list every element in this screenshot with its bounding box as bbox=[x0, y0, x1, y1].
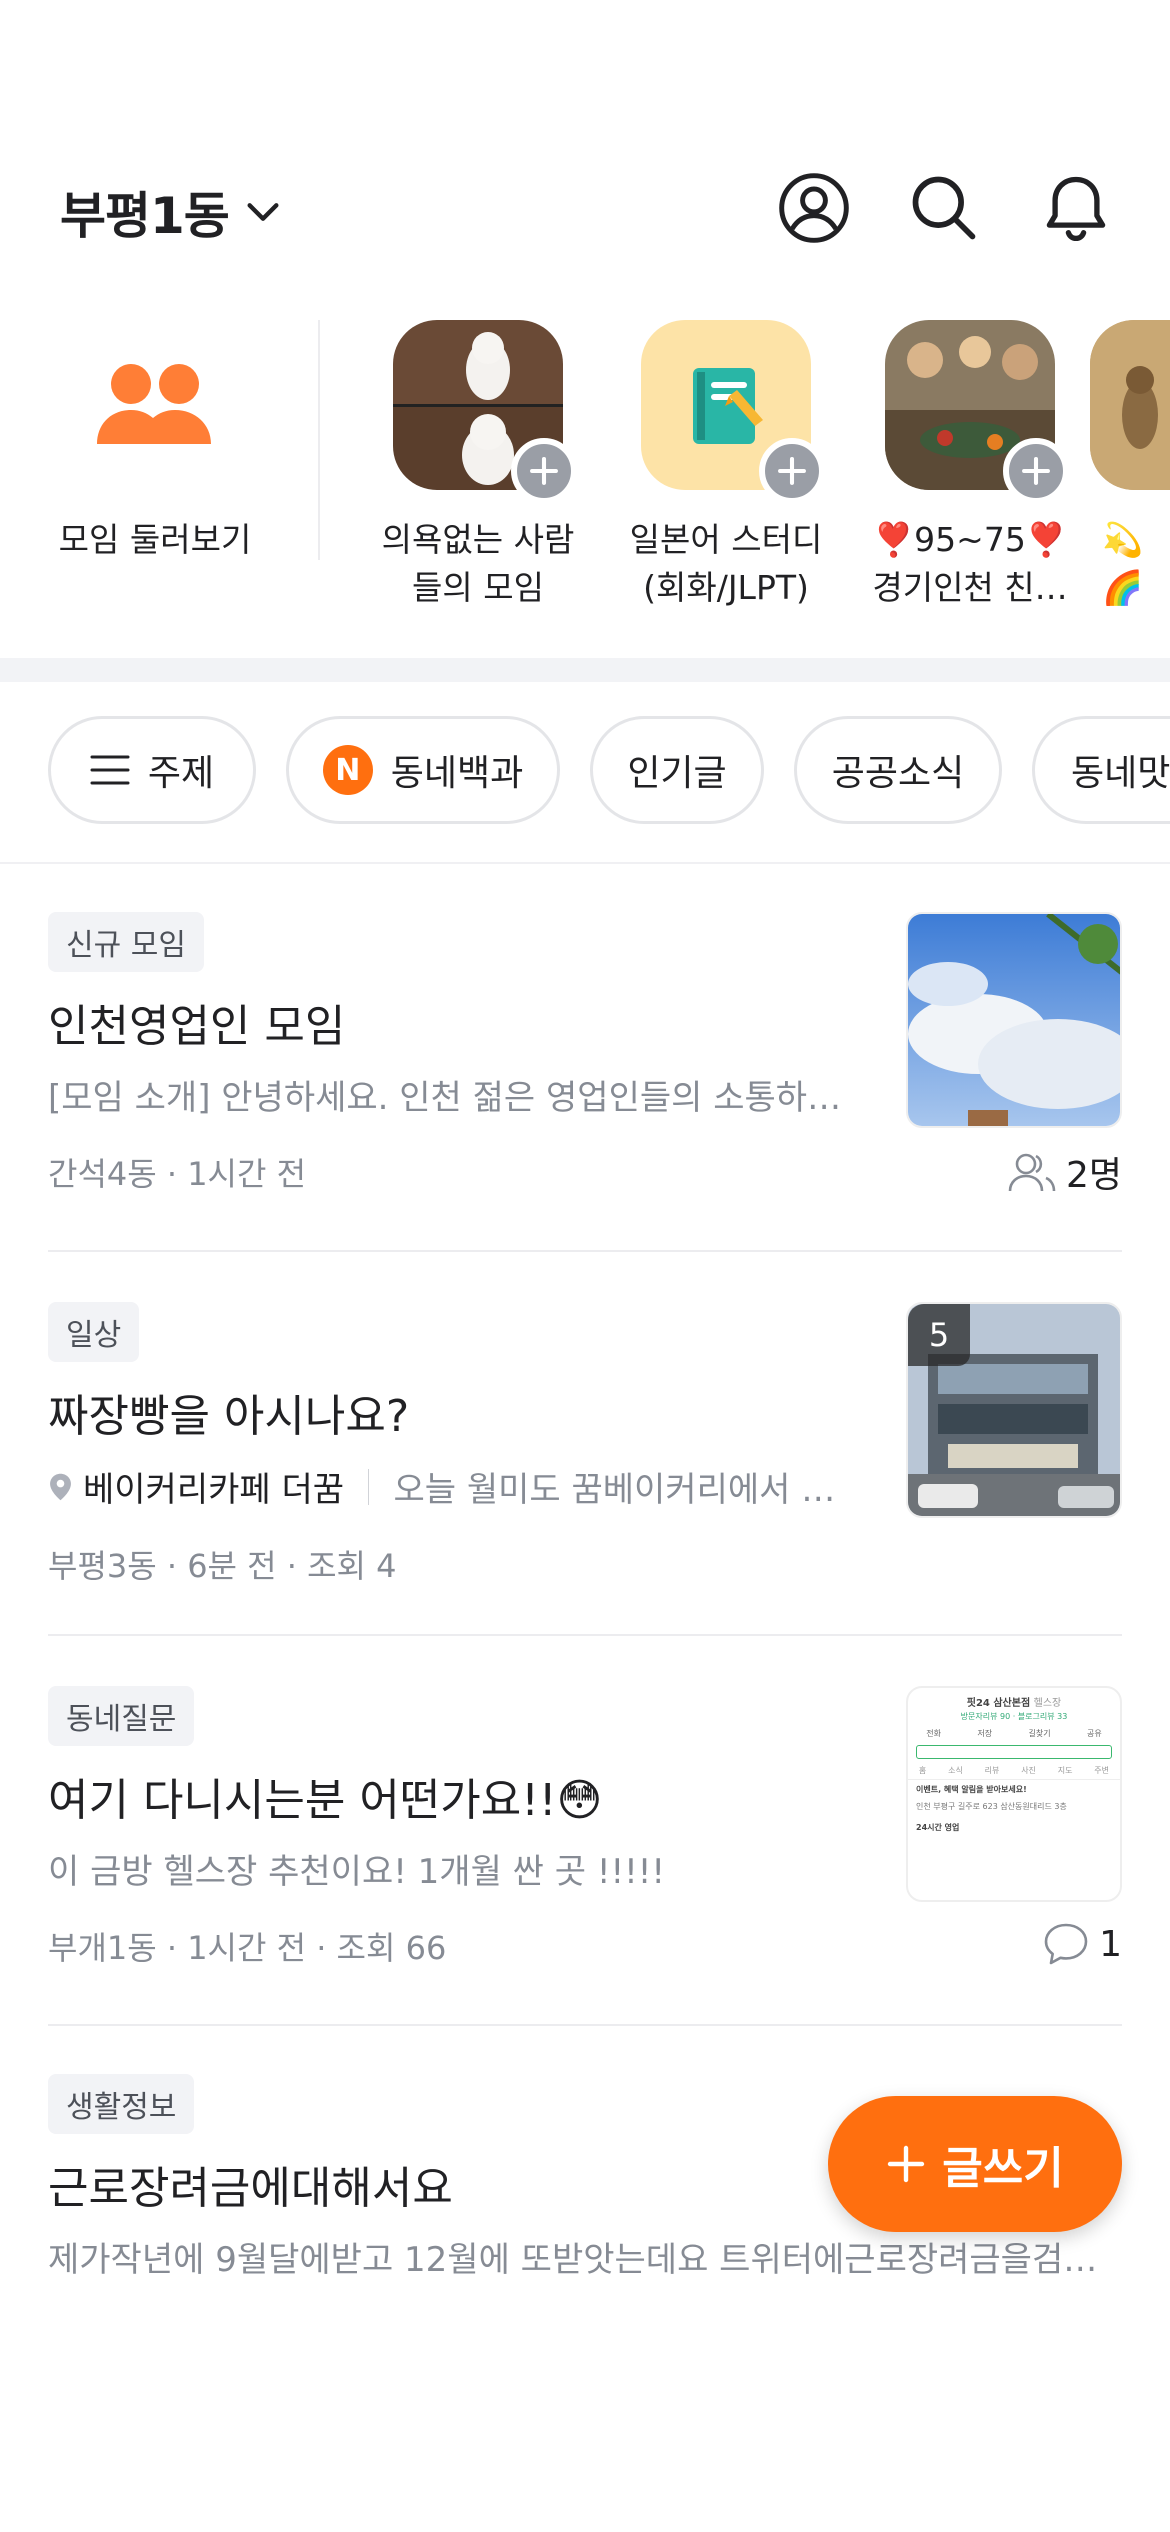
meerkat-photo bbox=[1090, 320, 1170, 490]
location-label: 부평1동 bbox=[60, 187, 230, 245]
write-post-button[interactable]: 글쓰기 bbox=[828, 2096, 1122, 2232]
post-thumbnail: 핏24 삼산본점 헬스장 방문자리뷰 90 · 블로그리뷰 33 전화 저장 길찾기… bbox=[906, 1686, 1122, 1902]
store-hours: 24시간 영업 bbox=[916, 1823, 960, 1832]
store-actions: 전화 저장 길찾기 공유 bbox=[926, 1729, 1102, 1738]
store-rating: 방문자리뷰 90 · 블로그리뷰 33 bbox=[960, 1712, 1068, 1721]
browse-groups-label: 모임 둘러보기 bbox=[58, 520, 252, 559]
write-post-label: 글쓰기 bbox=[942, 2143, 1064, 2194]
chip-public-news[interactable]: 공공소식 bbox=[794, 716, 1002, 824]
people-icon bbox=[70, 320, 240, 490]
section-separator bbox=[0, 658, 1170, 682]
group-item[interactable]: 의욕없는 사람 들의 모임 bbox=[358, 320, 598, 612]
group-thumbnail bbox=[1090, 320, 1170, 490]
profile-icon[interactable] bbox=[776, 170, 852, 246]
plus-icon[interactable] bbox=[1003, 438, 1069, 504]
post-tag: 동네질문 bbox=[48, 1686, 195, 1746]
group-item[interactable]: 💫 🌈 bbox=[1090, 320, 1170, 612]
chips-divider bbox=[0, 862, 1170, 864]
post-divider bbox=[48, 1634, 1122, 1636]
group-thumbnail bbox=[641, 320, 825, 504]
chip-label: 공공소식 bbox=[831, 753, 965, 794]
post-meta: 부평3동 · 6분 전 · 조회 4 bbox=[48, 1547, 397, 1585]
strip-divider bbox=[318, 320, 320, 560]
feed-post[interactable]: 일상 짜장빵을 아시나요? 베이커리카페 더꿈 오늘 월미도 꿈베이커리에서 짜… bbox=[48, 1302, 1122, 1602]
post-body: [모임 소개] 안녕하세요. 인천 젊은 영업인들의 소통하는 모임입니다 bbox=[48, 1078, 858, 1118]
chip-label: 동네맛 bbox=[1071, 753, 1170, 794]
post-thumbnail: 5 bbox=[906, 1302, 1122, 1518]
chip-popular[interactable]: 인기글 bbox=[590, 716, 764, 824]
plus-icon bbox=[888, 2145, 925, 2183]
chip-label: 인기글 bbox=[627, 753, 727, 794]
feed-post[interactable]: 동네질문 여기 다니시는분 어떤가요!!😳 이 금방 헬스장 추천이요! 1개월… bbox=[48, 1686, 1122, 1986]
store-action-bar bbox=[916, 1745, 1112, 1759]
store-address: 인천 부평구 길주로 623 삼산동원대리드 3층 bbox=[916, 1802, 1067, 1811]
chevron-down-icon bbox=[247, 203, 279, 221]
store-notice: 이벤트, 혜택 알림을 받아보세요! bbox=[916, 1785, 1027, 1794]
plus-icon[interactable] bbox=[759, 438, 825, 504]
image-count-badge: 5 bbox=[908, 1304, 970, 1366]
post-tag: 일상 bbox=[48, 1302, 140, 1362]
group-name: 일본어 스터디 (회화/JLPT) bbox=[629, 520, 823, 607]
group-thumbnail bbox=[393, 320, 577, 504]
group-thumbnail bbox=[885, 320, 1069, 504]
place-separator bbox=[368, 1468, 370, 1505]
post-meta: 부개1동 · 1시간 전 · 조회 66 bbox=[48, 1929, 447, 1967]
top-header: 부평1동 bbox=[0, 140, 1170, 270]
member-count: 2명 bbox=[1008, 1146, 1122, 1198]
plus-icon[interactable] bbox=[511, 438, 577, 504]
place-name: 베이커리카페 더꿈 bbox=[83, 1470, 345, 1510]
group-name: ❣️95~75❣️ 경기인천 친… bbox=[872, 520, 1068, 607]
location-pin-icon bbox=[50, 1473, 71, 1500]
store-title: 핏24 삼산본점 헬스장 bbox=[966, 1698, 1062, 1709]
n-badge-icon: N bbox=[322, 745, 373, 795]
group-name: 의욕없는 사람 들의 모임 bbox=[381, 520, 575, 607]
store-tabs: 홈 소식 리뷰 사진 지도 주변 bbox=[908, 1765, 1120, 1780]
comment-count: 1 bbox=[1043, 1922, 1122, 1966]
comment-icon bbox=[1044, 1923, 1088, 1965]
chip-encyclopedia[interactable]: N 동네백과 bbox=[286, 716, 560, 824]
filter-chips: 주제 N 동네백과 인기글 공공소식 동네맛 bbox=[0, 716, 1170, 826]
chip-local-food[interactable]: 동네맛 bbox=[1032, 716, 1170, 824]
post-thumbnail bbox=[906, 912, 1122, 1128]
location-selector[interactable]: 부평1동 bbox=[60, 176, 283, 248]
bell-icon[interactable] bbox=[1038, 170, 1114, 246]
member-count-label: 2명 bbox=[1065, 1155, 1122, 1196]
group-strip: 모임 둘러보기 의욕없는 사람 들의 모임 일본어 스터디 (회화/JLPT) … bbox=[0, 290, 1170, 650]
post-body: 오늘 월미도 꿈베이커리에서 짜장빵을 먹었어요 bbox=[393, 1470, 858, 1510]
place-row: 베이커리카페 더꿈 오늘 월미도 꿈베이커리에서 짜장빵을 먹었어요 bbox=[48, 1462, 858, 1511]
post-tag: 생활정보 bbox=[48, 2074, 195, 2134]
post-meta: 간석4동 · 1시간 전 bbox=[48, 1155, 307, 1193]
group-item[interactable]: 일본어 스터디 (회화/JLPT) bbox=[606, 320, 846, 612]
post-body: 제가작년에 9월달에받고 12월에 또받앗는데요 트위터에근로장려금을검색하니 bbox=[48, 2240, 1108, 2280]
group-item[interactable]: ❣️95~75❣️ 경기인천 친… bbox=[850, 320, 1090, 612]
post-body: 이 금방 헬스장 추천이요! 1개월 싼 곳 !!!!! bbox=[48, 1852, 665, 1892]
post-tag: 신규 모임 bbox=[48, 912, 204, 972]
search-icon[interactable] bbox=[906, 170, 982, 246]
group-name: 💫 🌈 bbox=[1102, 520, 1144, 607]
post-divider bbox=[48, 1250, 1122, 1252]
feed-post[interactable]: 신규 모임 인천영업인 모임 [모임 소개] 안녕하세요. 인천 젊은 영업인들… bbox=[48, 912, 1122, 1212]
chip-topic[interactable]: 주제 bbox=[48, 716, 256, 824]
chip-label: 동네백과 bbox=[390, 753, 524, 794]
people-outline-icon bbox=[1008, 1153, 1056, 1192]
chip-label: 주제 bbox=[147, 753, 215, 794]
post-divider bbox=[48, 2024, 1122, 2026]
comment-count-label: 1 bbox=[1099, 1923, 1122, 1965]
browse-groups[interactable]: 모임 둘러보기 bbox=[35, 320, 275, 564]
menu-icon bbox=[90, 753, 130, 787]
